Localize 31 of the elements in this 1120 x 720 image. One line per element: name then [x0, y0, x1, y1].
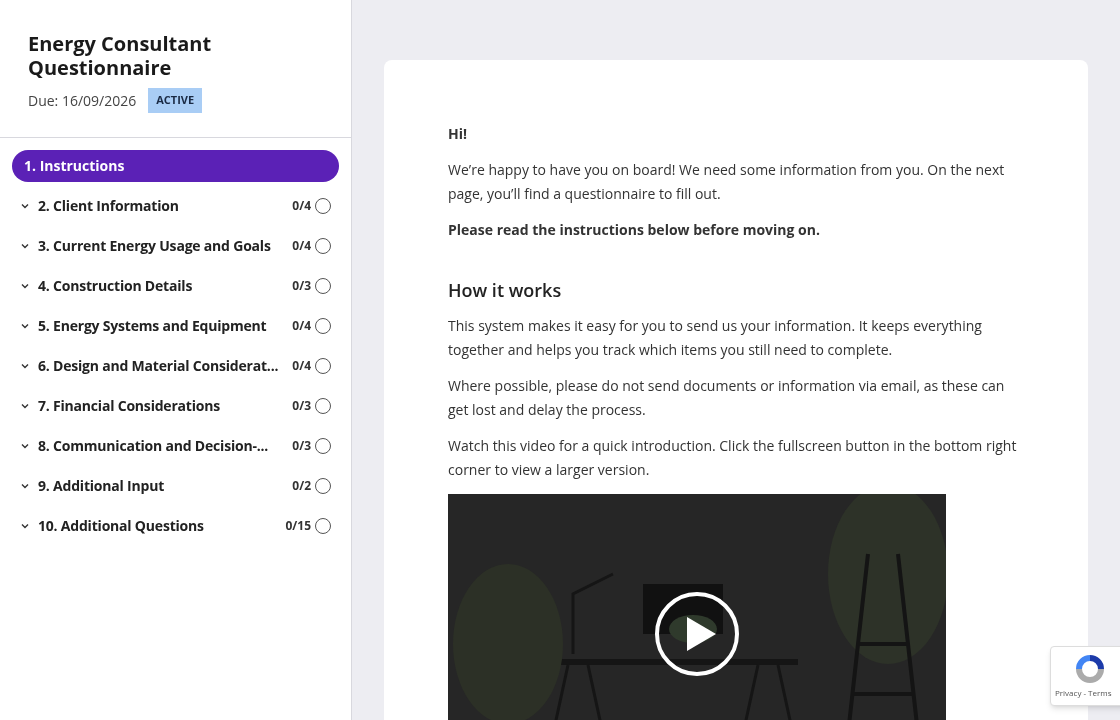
paragraph: We’re happy to have you on board! We need some information from you. On the next page, you’ll find a questionnaire to fill out.: [448, 159, 1006, 205]
nav-item[interactable]: 5. Energy Systems and Equipment: [38, 315, 289, 336]
intro-text: Please read the instructions below before moving on.: [448, 219, 821, 241]
privacy-terms-links[interactable]: Privacy - Terms: [1051, 687, 1112, 699]
progress-count: 0/4: [292, 316, 311, 335]
paragraph: This system makes it easy for you to send us your information. It keeps everything together and helps you track which items you still need to complete.: [448, 315, 983, 361]
nav-item[interactable]: 3. Current Energy Usage and Goals: [38, 235, 289, 256]
nav-item[interactable]: 4. Construction Details: [38, 275, 289, 296]
status-badge: ACTIVE: [148, 88, 203, 113]
paragraph: Watch this video for a quick introduction. Click the fullscreen button in the bottom right corner to view a larger version.: [448, 435, 1018, 481]
progress-count: 0/2: [292, 476, 311, 495]
progress-count: 0/3: [292, 276, 311, 295]
progress-count: 0/4: [292, 356, 311, 375]
progress-count: 0/15: [285, 516, 311, 535]
paragraph: Where possible, please do not send documents or information via email, as these can get lost and delay the process.: [448, 375, 1006, 421]
progress-count: 0/3: [292, 396, 311, 415]
section-heading: How it works: [448, 278, 563, 302]
nav-item[interactable]: 8. Communication and Decision-...: [38, 435, 289, 456]
intro-text: Hi!: [448, 123, 468, 145]
nav-item[interactable]: 2. Client Information: [38, 195, 289, 216]
due-date: Due: 16/09/2026: [28, 89, 137, 111]
questionnaire-title: Energy Consultant Questionnaire: [28, 32, 213, 80]
progress-count: 0/3: [292, 436, 311, 455]
nav-item[interactable]: 9. Additional Input: [38, 475, 289, 496]
progress-count: 0/4: [292, 236, 311, 255]
nav-item[interactable]: 1. Instructions: [12, 149, 339, 182]
progress-count: 0/4: [292, 196, 311, 215]
nav-item[interactable]: 7. Financial Considerations: [38, 395, 289, 416]
nav-item[interactable]: 6. Design and Material Considerat...: [38, 355, 289, 376]
nav-item[interactable]: 10. Additional Questions: [38, 515, 282, 536]
play-icon[interactable]: [654, 591, 740, 677]
